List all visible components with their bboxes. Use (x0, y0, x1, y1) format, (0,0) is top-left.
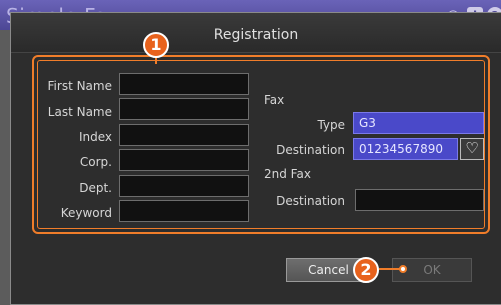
last-name-input[interactable] (119, 98, 249, 120)
dialog-header: Registration (11, 13, 501, 53)
index-input[interactable] (119, 124, 249, 146)
fax-type-select[interactable]: G3 (353, 112, 484, 134)
last-name-label: Last Name (47, 105, 112, 119)
callout-1-connector (155, 57, 157, 64)
fax2-destination-input[interactable] (355, 189, 484, 211)
fax2-destination-label: Destination (276, 194, 345, 208)
corp-input[interactable] (119, 149, 249, 171)
callout-2-badge: 2 (353, 257, 379, 283)
fax-group-label: Fax (264, 93, 285, 107)
dept-label: Dept. (79, 181, 112, 195)
dialog-title: Registration (213, 27, 299, 43)
fax-destination-label: Destination (276, 143, 345, 157)
first-name-input[interactable] (119, 73, 249, 95)
fax2-group-label: 2nd Fax (264, 167, 311, 181)
callout-1-badge: 1 (143, 32, 169, 58)
fax-destination-input[interactable]: 01234567890 (353, 138, 458, 160)
index-label: Index (78, 130, 112, 144)
callout-2-pointer (399, 265, 407, 273)
favorite-button[interactable]: ♡ (460, 138, 484, 160)
keyword-label: Keyword (60, 206, 112, 220)
keyword-input[interactable] (119, 200, 249, 222)
corp-label: Corp. (79, 155, 112, 169)
first-name-label: First Name (47, 79, 112, 93)
fax-type-label: Type (317, 118, 345, 132)
heart-icon: ♡ (465, 139, 479, 157)
dept-input[interactable] (119, 175, 249, 197)
